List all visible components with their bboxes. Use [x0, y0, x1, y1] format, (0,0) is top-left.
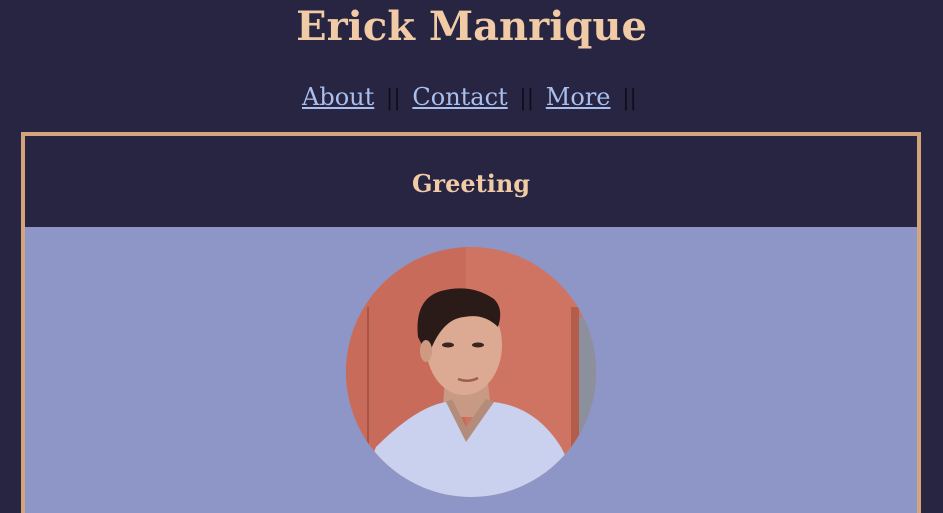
site-title: Erick Manrique — [296, 3, 647, 50]
card-title: Greeting — [411, 169, 531, 198]
page: Erick Manrique About || Contact || More … — [0, 0, 943, 513]
card-header: Greeting — [25, 136, 917, 227]
nav-separator: || — [385, 86, 401, 111]
main-nav: About || Contact || More || — [0, 81, 943, 115]
nav-link-more[interactable]: More — [546, 83, 611, 111]
nav-separator: || — [622, 86, 637, 111]
profile-photo — [346, 247, 596, 497]
portrait-illustration — [346, 247, 596, 497]
nav-link-contact[interactable]: Contact — [412, 83, 507, 111]
nav-separator: || — [519, 86, 535, 111]
greeting-card: Greeting — [21, 132, 921, 513]
nav-link-about[interactable]: About — [302, 83, 374, 111]
